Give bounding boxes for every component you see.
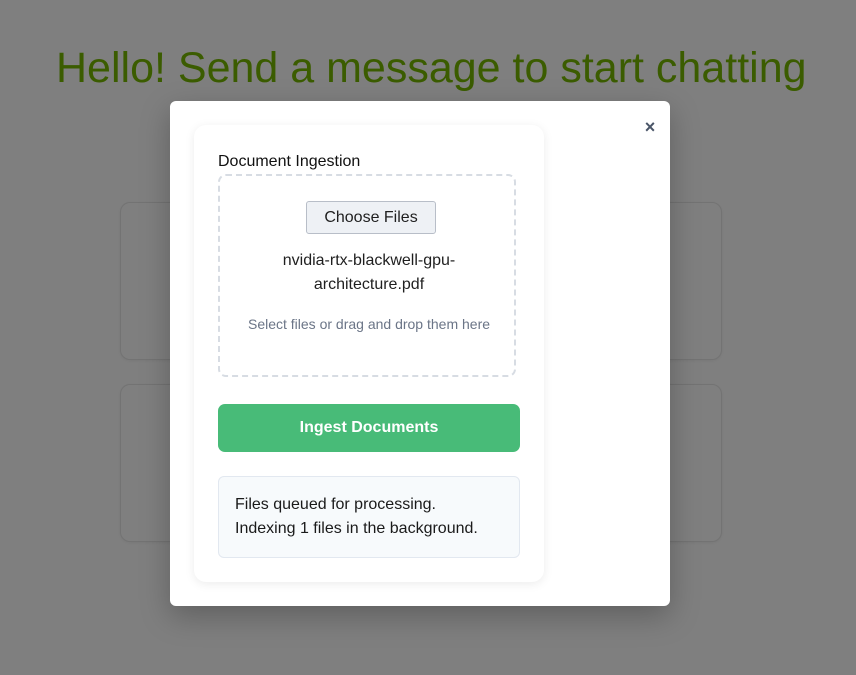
document-ingestion-panel: Document Ingestion Choose Files nvidia-r… xyxy=(194,125,544,582)
selected-file-name: nvidia-rtx-blackwell-gpu-architecture.pd… xyxy=(282,252,456,293)
status-message: Files queued for processing. Indexing 1 … xyxy=(218,476,520,558)
page: Hello! Send a message to start chatting … xyxy=(0,0,856,675)
ingestion-modal: × Document Ingestion Choose Files nvidia… xyxy=(170,101,670,606)
choose-files-button[interactable]: Choose Files xyxy=(306,201,436,234)
status-line: Files queued for processing. xyxy=(235,496,436,513)
drop-hint-text: Select files or drag and drop them here xyxy=(247,316,491,332)
panel-title: Document Ingestion xyxy=(218,153,361,170)
ingest-documents-button[interactable]: Ingest Documents xyxy=(218,404,520,452)
status-line: Indexing 1 files in the background. xyxy=(235,520,478,537)
file-dropzone[interactable]: Choose Files nvidia-rtx-blackwell-gpu-ar… xyxy=(218,174,516,377)
close-icon[interactable]: × xyxy=(642,118,658,136)
